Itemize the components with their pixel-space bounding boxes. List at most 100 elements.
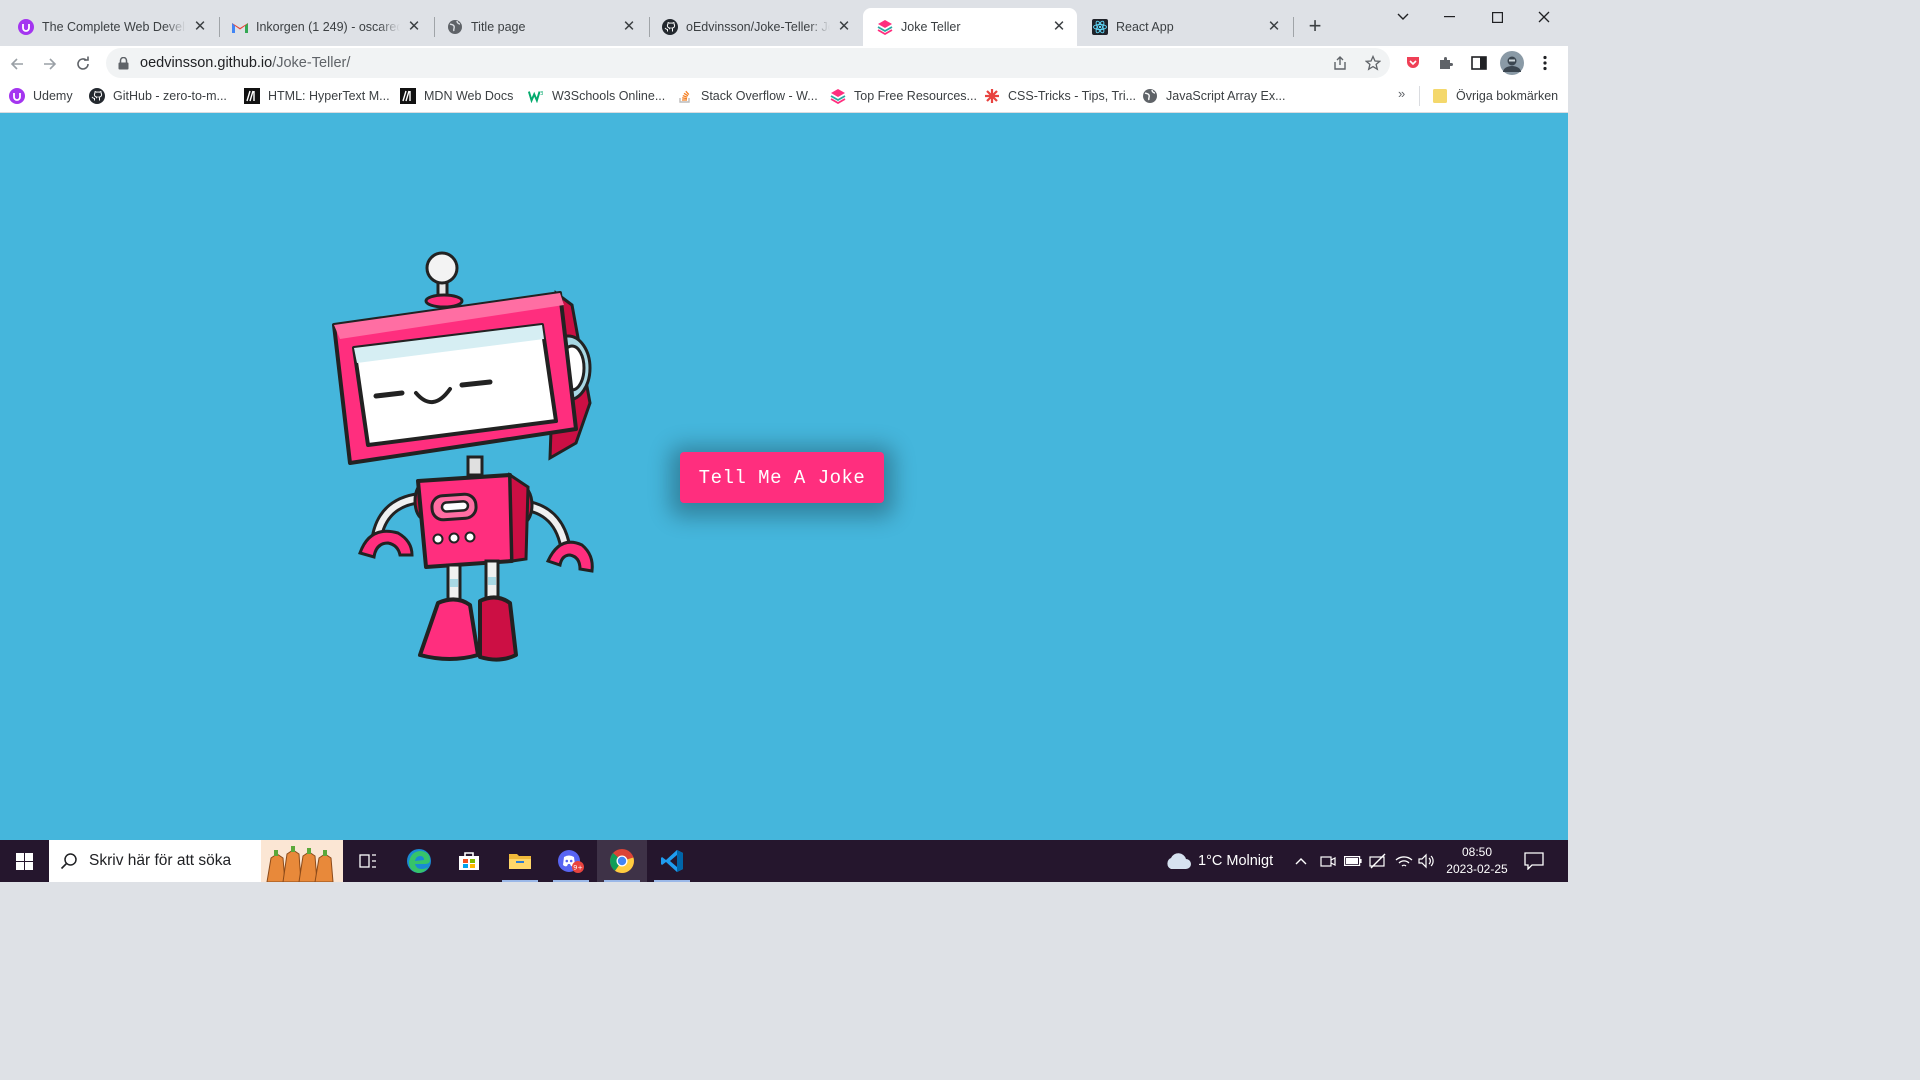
svg-text:3: 3 <box>540 91 543 97</box>
meet-now-icon[interactable] <box>1320 840 1336 882</box>
cloud-icon <box>1167 853 1191 869</box>
bookmark-w3schools[interactable]: 3 W3Schools Online... <box>528 86 665 106</box>
url-path: /Joke-Teller/ <box>272 55 351 71</box>
bookmark-github[interactable]: GitHub - zero-to-m... <box>89 86 227 106</box>
running-indicator <box>553 880 589 882</box>
tab-github-repo[interactable]: oEdvinsson/Joke-Teller: Joke ✕ <box>648 8 862 46</box>
clock-time: 08:50 <box>1461 845 1493 859</box>
search-icon <box>49 852 89 870</box>
bookmark-html-mdn[interactable]: HTML: HyperText M... <box>244 86 390 106</box>
tab-title: React App <box>1116 20 1174 34</box>
close-window-button[interactable] <box>1521 0 1567 34</box>
page-viewport: Tell Me A Joke <box>0 113 1568 840</box>
bookmark-label: Udemy <box>33 89 73 103</box>
lock-icon[interactable] <box>106 56 140 70</box>
notifications-icon[interactable] <box>1524 840 1544 882</box>
extensions-puzzle-icon[interactable] <box>1433 50 1459 76</box>
forward-button[interactable] <box>36 50 64 78</box>
robot-illustration <box>332 251 594 662</box>
tab-title: Inkorgen (1 249) - oscaredv <box>256 20 400 34</box>
tab-gmail-inbox[interactable]: Inkorgen (1 249) - oscaredv ✕ <box>218 8 432 46</box>
tab-title: Title page <box>471 20 526 34</box>
back-button[interactable] <box>3 50 31 78</box>
tab-title: oEdvinsson/Joke-Teller: Joke <box>686 20 830 34</box>
bookmark-top-free-resources[interactable]: Top Free Resources... <box>830 86 977 106</box>
bookmark-mdn-web-docs[interactable]: MDN Web Docs <box>400 86 513 106</box>
chrome-icon[interactable] <box>597 840 647 882</box>
edge-icon[interactable] <box>394 840 444 882</box>
udemy-icon <box>9 88 25 104</box>
mdn-icon <box>400 88 416 104</box>
tab-react-app[interactable]: React App ✕ <box>1078 8 1292 46</box>
clock-date: 2023-02-25 <box>1446 862 1508 876</box>
bookmark-udemy[interactable]: Udemy <box>9 86 73 106</box>
bookmark-other-folder[interactable]: Övriga bokmärken <box>1432 86 1558 106</box>
close-icon[interactable]: ✕ <box>406 19 422 35</box>
url-text: oedvinsson.github.io/Joke-Teller/ <box>140 55 350 71</box>
address-bar[interactable]: oedvinsson.github.io/Joke-Teller/ <box>106 48 1390 78</box>
bookmark-star-icon[interactable] <box>1360 50 1386 76</box>
bookmark-stack-overflow[interactable]: Stack Overflow - W... <box>677 86 818 106</box>
maximize-button[interactable] <box>1474 0 1520 34</box>
close-icon[interactable]: ✕ <box>836 19 852 35</box>
tab-strip: The Complete Web Developer ✕ Inkorgen (1… <box>0 0 1568 46</box>
running-indicator <box>604 880 640 882</box>
show-hidden-icons-chevron[interactable] <box>1294 840 1308 882</box>
reload-button[interactable] <box>69 50 97 78</box>
bookmark-label: CSS-Tricks - Tips, Tri... <box>1008 89 1137 103</box>
running-indicator <box>502 880 538 882</box>
menu-kebab-icon[interactable] <box>1532 50 1558 76</box>
tab-search-chevron-icon[interactable] <box>1380 0 1426 34</box>
side-panel-icon[interactable] <box>1466 50 1492 76</box>
bookmark-label: Stack Overflow - W... <box>701 89 818 103</box>
wifi-icon[interactable] <box>1395 840 1413 882</box>
bookmark-javascript-array[interactable]: JavaScript Array Ex... <box>1142 86 1285 106</box>
github-icon <box>662 19 678 35</box>
close-icon[interactable]: ✕ <box>621 19 637 35</box>
minimize-button[interactable] <box>1426 0 1472 34</box>
tab-complete-web-developer[interactable]: The Complete Web Developer ✕ <box>4 8 218 46</box>
bookmark-label: GitHub - zero-to-m... <box>113 89 227 103</box>
bookmark-label: Top Free Resources... <box>854 89 977 103</box>
bookmark-label: HTML: HyperText M... <box>268 89 390 103</box>
taskbar-clock[interactable]: 08:50 2023-02-25 <box>1440 844 1514 878</box>
weather-widget[interactable]: 1°C Molnigt <box>1164 840 1273 882</box>
discord-icon[interactable]: 9+ <box>546 840 596 882</box>
network-disconnected-icon[interactable] <box>1369 840 1387 882</box>
pocket-extension-icon[interactable] <box>1400 50 1426 76</box>
bookmark-label: MDN Web Docs <box>424 89 514 103</box>
resources-icon <box>830 88 846 104</box>
share-icon[interactable] <box>1327 50 1353 76</box>
windows-taskbar: Skriv här för att söka 9+ 1°C Molnigt 08… <box>0 840 1568 882</box>
close-icon[interactable]: ✕ <box>1051 19 1067 35</box>
battery-icon[interactable] <box>1344 840 1362 882</box>
joke-teller-icon <box>877 19 893 35</box>
css-tricks-icon <box>984 88 1000 104</box>
bookmark-label: Övriga bokmärken <box>1456 89 1559 103</box>
tab-title-page[interactable]: Title page ✕ <box>433 8 647 46</box>
tab-joke-teller[interactable]: Joke Teller ✕ <box>863 8 1077 46</box>
bookmark-css-tricks[interactable]: CSS-Tricks - Tips, Tri... <box>984 86 1136 106</box>
task-view-icon[interactable] <box>343 840 393 882</box>
browser-toolbar: oedvinsson.github.io/Joke-Teller/ <box>0 46 1568 80</box>
volume-icon[interactable] <box>1418 840 1436 882</box>
bookmarks-overflow-button[interactable]: » <box>1398 86 1405 101</box>
profile-avatar[interactable] <box>1499 50 1525 76</box>
discord-badge: 9+ <box>573 864 583 872</box>
close-icon[interactable]: ✕ <box>1266 19 1282 35</box>
running-indicator <box>654 880 690 882</box>
close-icon[interactable]: ✕ <box>192 19 208 35</box>
windows-start-icon[interactable] <box>0 840 48 882</box>
new-tab-button[interactable]: + <box>1302 14 1328 40</box>
tell-me-a-joke-button[interactable]: Tell Me A Joke <box>680 452 884 503</box>
vscode-icon[interactable] <box>647 840 697 882</box>
w3schools-icon: 3 <box>528 88 544 104</box>
file-explorer-icon[interactable] <box>495 840 545 882</box>
weather-text: 1°C Molnigt <box>1198 853 1274 869</box>
stackoverflow-icon <box>677 88 693 104</box>
bookmarks-divider <box>1419 86 1420 106</box>
taskbar-search-box[interactable]: Skriv här för att söka <box>49 840 343 882</box>
tab-separator <box>1293 17 1294 37</box>
store-icon[interactable] <box>444 840 494 882</box>
search-placeholder: Skriv här för att söka <box>89 852 232 869</box>
